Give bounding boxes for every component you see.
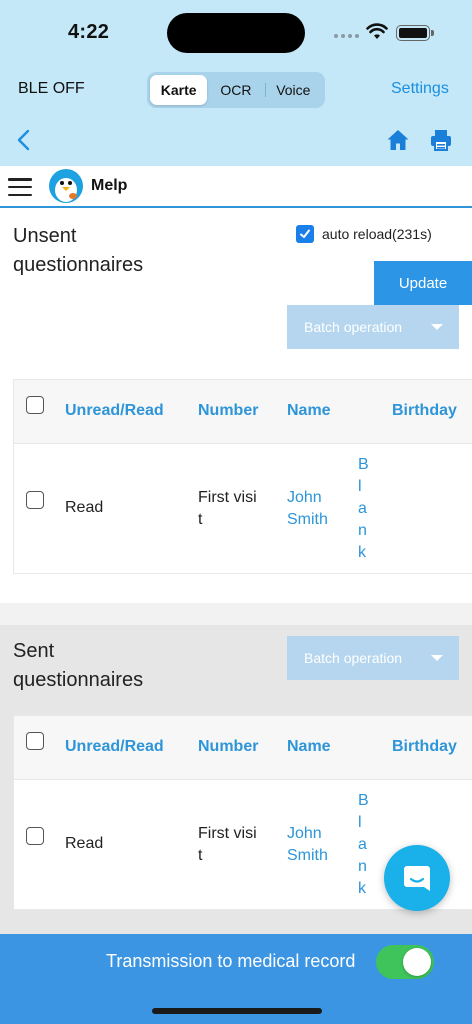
row-checkbox[interactable] <box>26 827 44 845</box>
mode-segmented-control[interactable]: Karte OCR Voice <box>147 72 325 108</box>
patient-name-link[interactable]: John Smith <box>287 487 328 531</box>
column-header-number[interactable]: Number <box>198 402 258 420</box>
battery-icon <box>396 25 434 41</box>
birthday-link[interactable]: Blank <box>358 454 370 564</box>
batch-operation-label: Batch operation <box>304 650 403 666</box>
column-header-birthday[interactable]: Birthday <box>392 738 457 756</box>
unsent-title-line1: Unsent <box>13 225 77 247</box>
sent-batch-operation-select[interactable]: Batch operation <box>287 636 459 680</box>
row-status: Read <box>65 835 104 852</box>
table-header: Unread/Read Number Name Birthday <box>14 380 472 444</box>
column-header-birthday[interactable]: Birthday <box>392 402 457 420</box>
auto-reload-label: auto reload(231s) <box>322 226 432 242</box>
patient-last-name: Smith <box>287 511 328 528</box>
column-header-name[interactable]: Name <box>287 738 331 756</box>
menu-icon[interactable] <box>8 178 32 196</box>
segment-ocr[interactable]: OCR <box>207 75 264 105</box>
segment-voice[interactable]: Voice <box>264 75 322 105</box>
row-status: Read <box>65 499 104 516</box>
caret-down-icon <box>431 655 443 661</box>
chat-fab-button[interactable] <box>384 845 450 911</box>
caret-down-icon <box>431 324 443 330</box>
row-number-line1: First visi <box>198 489 257 506</box>
patient-first-name: John <box>287 489 322 506</box>
patient-first-name: John <box>287 825 322 842</box>
chat-icon <box>404 866 430 891</box>
column-header-number[interactable]: Number <box>198 738 258 756</box>
transmission-label: Transmission to medical record <box>106 951 356 971</box>
brand-name: Melp <box>91 177 128 194</box>
patient-last-name: Smith <box>287 847 328 864</box>
row-number-line1: First visi <box>198 825 257 842</box>
batch-operation-label: Batch operation <box>304 319 403 335</box>
column-header-unread-read[interactable]: Unread/Read <box>65 738 164 756</box>
auto-reload-toggle[interactable]: auto reload(231s) <box>296 225 432 243</box>
column-header-unread-read[interactable]: Unread/Read <box>65 402 164 420</box>
unsent-title: Unsent questionnaires <box>13 222 143 280</box>
back-chevron-icon[interactable] <box>14 128 34 152</box>
row-checkbox[interactable] <box>26 491 44 509</box>
column-header-name[interactable]: Name <box>287 402 331 420</box>
auto-reload-checkbox[interactable] <box>296 225 314 243</box>
select-all-checkbox[interactable] <box>26 732 44 750</box>
patient-name-link[interactable]: John Smith <box>287 823 328 867</box>
home-icon[interactable] <box>386 128 410 152</box>
home-indicator[interactable] <box>152 1008 322 1014</box>
row-number-line2: t <box>198 847 203 864</box>
app-bar: Melp <box>0 166 472 208</box>
row-number: First visi t <box>198 823 257 867</box>
sent-title-line1: Sent <box>13 640 55 662</box>
update-button[interactable]: Update <box>374 261 472 305</box>
transmission-toggle[interactable] <box>376 945 434 979</box>
signal-dots-icon <box>334 34 359 38</box>
row-number-line2: t <box>198 511 203 528</box>
settings-link[interactable]: Settings <box>391 80 449 98</box>
printer-icon[interactable] <box>429 128 453 152</box>
unsent-batch-operation-select[interactable]: Batch operation <box>287 305 459 349</box>
wifi-icon <box>366 23 388 39</box>
birthday-link[interactable]: Blank <box>358 790 370 900</box>
section-divider <box>0 603 472 625</box>
segment-karte[interactable]: Karte <box>150 75 208 105</box>
table-row[interactable]: Read First visi t John Smith Blank <box>14 444 472 573</box>
unsent-table: Unread/Read Number Name Birthday Read Fi… <box>13 379 472 574</box>
unsent-title-line2: questionnaires <box>13 254 144 276</box>
penguin-logo-icon <box>49 169 83 203</box>
sent-title-line2: questionnaires <box>13 669 144 691</box>
dynamic-island <box>167 13 305 53</box>
sent-title: Sent questionnaires <box>13 637 143 695</box>
top-header: 4:22 BLE OFF Karte OCR Voice Settings <box>0 0 472 166</box>
select-all-checkbox[interactable] <box>26 396 44 414</box>
ble-status[interactable]: BLE OFF <box>18 80 85 98</box>
checkmark-icon <box>300 229 310 238</box>
table-header: Unread/Read Number Name Birthday <box>14 716 472 780</box>
row-number: First visi t <box>198 487 257 531</box>
status-time: 4:22 <box>68 21 110 43</box>
